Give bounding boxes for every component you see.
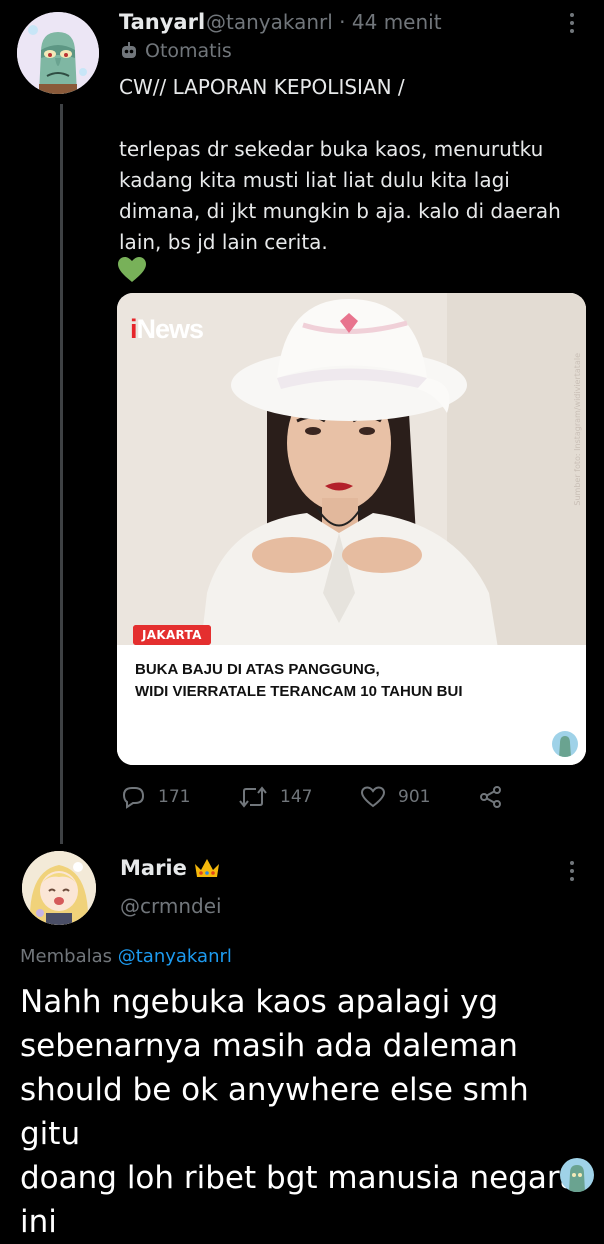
reply-action[interactable]: 171 xyxy=(120,785,238,809)
crown-emoji-icon xyxy=(194,859,219,877)
tweet-timestamp[interactable]: 44 menit xyxy=(352,10,442,34)
like-count: 901 xyxy=(398,787,431,807)
reply-author-name[interactable]: Marie xyxy=(120,856,187,880)
green-heart-emoji-icon xyxy=(118,257,146,287)
inews-logo: iNews xyxy=(130,314,204,344)
corner-watermark-avatar-icon xyxy=(560,1158,594,1192)
retweet-action[interactable]: 147 xyxy=(238,785,360,809)
thread-connector-line xyxy=(60,104,63,844)
author-handle[interactable]: @tanyakanrl xyxy=(206,10,333,34)
reply-text: Nahh ngebuka kaos apalagi yg sebenarnya … xyxy=(20,984,579,1240)
retweet-count: 147 xyxy=(280,787,313,807)
tanyarl-avatar[interactable] xyxy=(17,12,99,94)
reply-icon xyxy=(122,787,145,809)
reply-author-row[interactable]: Marie xyxy=(120,856,221,880)
reply-count: 171 xyxy=(158,787,191,807)
location-tag-overlay: JAKARTA xyxy=(133,625,211,645)
author-name[interactable]: Tanyarl xyxy=(119,10,205,34)
tweet-more-options-icon[interactable] xyxy=(562,8,582,38)
tweet-action-bar: 171 147 901 xyxy=(120,782,540,812)
author-handle-meta[interactable]: @tanyakanrl · 44 menit xyxy=(206,10,442,34)
share-action[interactable] xyxy=(478,785,504,809)
replying-prefix: Membalas xyxy=(20,946,113,967)
news-headline: BUKA BAJU DI ATAS PANGGUNG, WIDI VIERRAT… xyxy=(135,661,463,700)
reply-more-options-icon[interactable] xyxy=(562,856,582,886)
robot-icon xyxy=(122,42,136,58)
share-icon xyxy=(480,786,501,808)
media-watermark-avatar-icon xyxy=(552,731,578,757)
automated-account-label: Otomatis xyxy=(119,40,232,62)
marie-avatar[interactable] xyxy=(22,851,96,925)
anime-girl-avatar-icon xyxy=(22,851,96,925)
automated-label-text: Otomatis xyxy=(145,40,232,62)
like-action[interactable]: 901 xyxy=(360,785,478,809)
replying-to-line: Membalas @tanyakanrl xyxy=(20,946,232,967)
reply-author-handle[interactable]: @crmndei xyxy=(120,894,222,918)
tweet-text-body: terlepas dr sekedar buka kaos, menurutku… xyxy=(119,137,561,254)
photo-credit: Sumber foto: Instagram/widiviertatale xyxy=(573,353,582,506)
heart-icon xyxy=(360,786,386,808)
squidward-avatar-icon xyxy=(17,12,99,94)
tweet-media-image[interactable]: iNews Sumber foto: Instagram/widiviertat… xyxy=(117,293,586,765)
meta-separator: · xyxy=(339,10,346,34)
replying-to-link[interactable]: @tanyakanrl xyxy=(118,946,232,967)
retweet-icon xyxy=(239,786,267,808)
tweet-text-line1: CW// LAPORAN KEPOLISIAN / xyxy=(119,75,405,99)
